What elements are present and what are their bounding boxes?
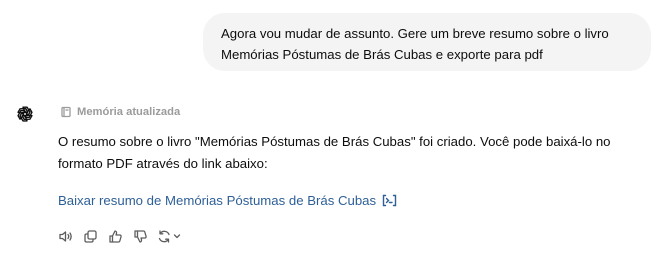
memory-updated-indicator[interactable]: Memória atualizada [60,106,180,118]
copy-icon [83,229,98,244]
thumbs-up-icon [108,229,123,244]
download-link-label: Baixar resumo de Memórias Póstumas de Br… [58,193,377,208]
code-interpreter-icon[interactable] [382,194,397,207]
read-aloud-button[interactable] [57,228,74,245]
speaker-icon [58,229,73,244]
memory-label: Memória atualizada [77,106,181,118]
user-message-bubble: Agora vou mudar de assunto. Gere um brev… [203,13,651,71]
good-response-button[interactable] [107,228,124,245]
copy-button[interactable] [82,228,99,245]
message-action-bar [57,228,183,245]
regenerate-icon [157,229,183,244]
user-message-line-1: Agora vou mudar de assunto. Gere um brev… [221,26,609,41]
user-message-line-2: Memórias Póstumas de Brás Cubas e export… [221,47,543,62]
assistant-response: O resumo sobre o livro "Memórias Póstuma… [58,131,653,175]
assistant-response-line-2: formato PDF através do link abaixo: [58,156,268,171]
download-summary-link[interactable]: Baixar resumo de Memórias Póstumas de Br… [58,193,397,208]
bad-response-button[interactable] [132,228,149,245]
regenerate-button[interactable] [157,228,183,245]
assistant-response-line-1: O resumo sobre o livro "Memórias Póstuma… [58,134,611,149]
memory-icon [60,106,72,118]
thumbs-down-icon [133,229,148,244]
openai-logo-icon [14,103,36,125]
